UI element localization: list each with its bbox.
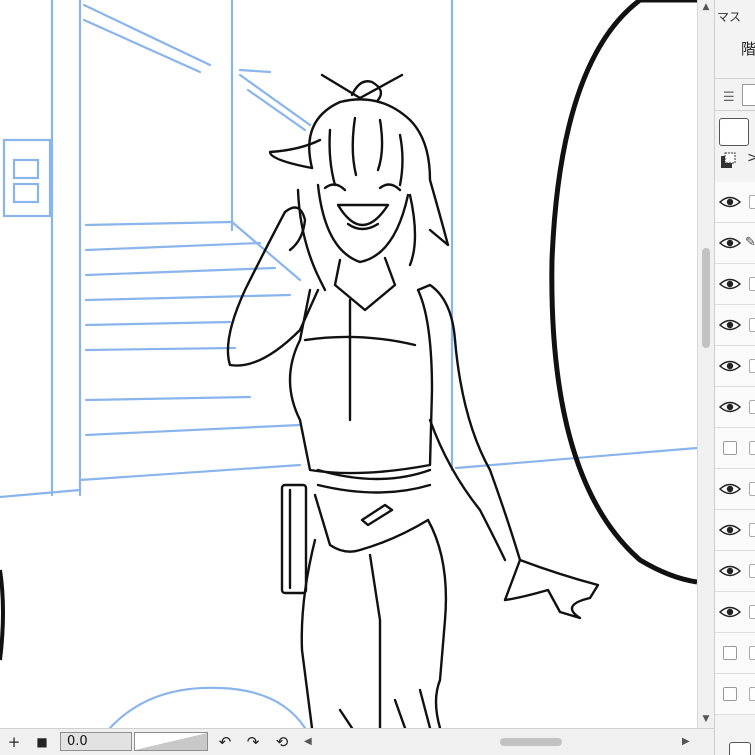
layer-color-swatch[interactable] (719, 118, 749, 146)
artwork (0, 0, 697, 728)
vertical-scroll-thumb[interactable] (702, 248, 710, 348)
layer-row[interactable]: ✎ (715, 223, 755, 264)
rotate-right-icon[interactable]: ↷ (242, 732, 264, 752)
layer-row[interactable] (715, 469, 755, 510)
layer-mask-icon[interactable] (720, 152, 736, 170)
eye-icon[interactable] (719, 195, 741, 209)
layer-row[interactable] (715, 182, 755, 223)
scroll-up-icon[interactable]: ▲ (698, 0, 714, 14)
canvas-vertical-scrollbar[interactable]: ▲ ▼ (697, 0, 714, 728)
panel-divider (715, 110, 755, 111)
eye-icon[interactable] (719, 277, 741, 291)
panel-divider (715, 78, 755, 79)
hamburger-menu-icon[interactable]: ☰ (723, 90, 735, 105)
pen-icon: ✎ (745, 235, 755, 250)
reset-rotation-icon[interactable]: ⟲ (270, 732, 294, 752)
lock-toggle-icon[interactable] (749, 400, 755, 414)
speech-balloon (549, 0, 697, 585)
background-sketch (0, 0, 697, 728)
lock-toggle-icon[interactable] (749, 277, 755, 291)
panel-title: マス (717, 10, 742, 24)
character-line-art (226, 73, 600, 728)
layer-row[interactable] (715, 633, 755, 674)
lock-toggle-icon[interactable] (749, 195, 755, 209)
eye-icon[interactable] (719, 236, 741, 250)
eye-icon[interactable] (719, 482, 741, 496)
eye-icon[interactable] (719, 318, 741, 332)
add-icon[interactable]: + (4, 732, 24, 752)
rotate-left-icon[interactable]: ↶ (214, 732, 236, 752)
lock-toggle-icon[interactable] (749, 605, 755, 619)
layer-row[interactable] (715, 551, 755, 592)
lock-toggle-icon[interactable] (749, 564, 755, 578)
panel-tab[interactable] (742, 84, 755, 106)
visibility-checkbox[interactable] (723, 687, 737, 701)
layer-row[interactable] (715, 305, 755, 346)
lock-toggle-icon[interactable] (749, 441, 755, 455)
visibility-checkbox[interactable] (723, 441, 737, 455)
layer-row[interactable] (715, 592, 755, 633)
horizontal-scroll-thumb[interactable] (500, 738, 562, 746)
canvas-toolbar: + ■ ↶ ↷ ⟲ ◀ ▶ (0, 728, 714, 755)
lock-toggle-icon[interactable] (749, 687, 755, 701)
lock-toggle-icon[interactable] (749, 646, 755, 660)
eye-icon[interactable] (719, 400, 741, 414)
lock-toggle-icon[interactable] (749, 359, 755, 373)
canvas-horizontal-scrollbar[interactable]: ◀ ▶ (300, 733, 696, 751)
lock-toggle-icon[interactable] (749, 523, 755, 537)
visibility-checkbox[interactable] (723, 646, 737, 660)
eye-icon[interactable] (719, 564, 741, 578)
new-layer-button[interactable] (729, 742, 751, 755)
layer-row[interactable] (715, 387, 755, 428)
panel-subtitle: 階 (741, 40, 755, 58)
lock-toggle-icon[interactable] (749, 482, 755, 496)
scroll-right-icon[interactable]: ▶ (682, 733, 690, 751)
layer-row[interactable] (715, 428, 755, 469)
layer-row[interactable] (715, 264, 755, 305)
layer-row[interactable] (715, 346, 755, 387)
scroll-left-icon[interactable]: ◀ (304, 733, 312, 751)
eye-icon[interactable] (719, 605, 741, 619)
chevron-right-icon[interactable]: > (747, 150, 755, 166)
zoom-input[interactable] (60, 732, 132, 751)
app-window: ▲ ▼ マス 階 ☰ > ✎ + ■ ↶ ↷ ⟲ ◀ ▶ (0, 0, 755, 755)
layer-panel: マス 階 ☰ > ✎ (714, 0, 755, 755)
layer-row[interactable] (715, 510, 755, 551)
stop-icon[interactable]: ■ (32, 732, 52, 752)
eye-icon[interactable] (719, 359, 741, 373)
lock-toggle-icon[interactable] (749, 318, 755, 332)
layer-row[interactable] (715, 674, 755, 715)
eye-icon[interactable] (719, 523, 741, 537)
zoom-slider[interactable] (134, 732, 208, 751)
drawing-canvas[interactable] (0, 0, 697, 728)
scroll-down-icon[interactable]: ▼ (698, 712, 714, 726)
